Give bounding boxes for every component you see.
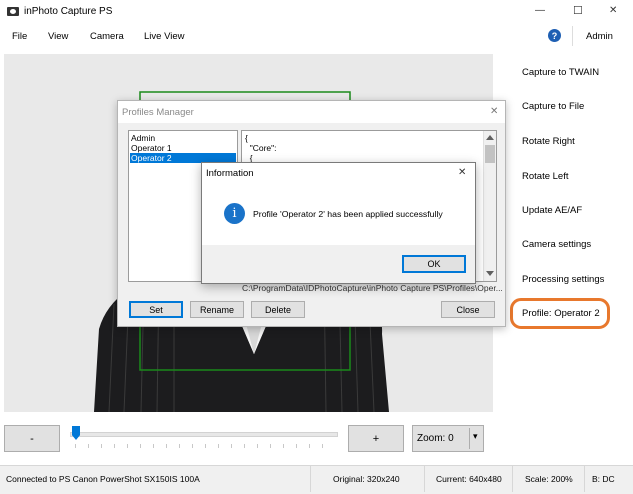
delete-button[interactable]: Delete [251,301,305,318]
profile-item-operator-1[interactable]: Operator 1 [131,143,172,153]
status-connection: Connected to PS Canon PowerShot SX150IS … [6,474,200,484]
capture-to-file-button[interactable]: Capture to File [522,101,584,112]
zoom-dropdown-divider [469,428,470,449]
rotate-left-button[interactable]: Rotate Left [522,171,568,182]
capture-to-twain-button[interactable]: Capture to TWAIN [522,67,599,78]
camera-settings-button[interactable]: Camera settings [522,239,591,250]
set-button[interactable]: Set [129,301,183,318]
window-title: inPhoto Capture PS [24,6,113,17]
status-b: B: DC [592,474,615,484]
status-scale: Scale: 200% [525,474,573,484]
info-dialog-title: Information [206,168,254,179]
profile-item-operator-2[interactable]: Operator 2 [131,153,172,163]
status-current: Current: 640x480 [436,474,502,484]
json-scrollbar-thumb[interactable] [485,145,495,163]
chevron-down-icon: ▾ [473,431,478,441]
json-line: { [245,133,248,143]
zoom-slider-thumb[interactable] [72,426,80,440]
status-separator [424,466,425,492]
zoom-slider-track[interactable] [70,432,338,437]
minimize-button[interactable]: — [535,5,545,16]
title-bar: inPhoto Capture PS — ☐ ✕ [0,0,633,24]
zoom-in-button[interactable]: + [348,425,404,452]
status-separator [512,466,513,492]
menu-user[interactable]: Admin [586,31,613,42]
profile-item-admin[interactable]: Admin [131,133,155,143]
help-icon[interactable]: ? [548,29,561,42]
rename-button[interactable]: Rename [190,301,244,318]
zoom-slider-ticks [75,444,335,448]
processing-settings-button[interactable]: Processing settings [522,274,604,285]
information-dialog: Information ✕ i Profile 'Operator 2' has… [201,162,476,284]
menu-camera[interactable]: Camera [90,31,124,42]
menu-live-view[interactable]: Live View [144,31,185,42]
scroll-up-icon[interactable] [486,135,494,140]
json-line: "Core": [245,143,277,153]
close-button[interactable]: Close [441,301,495,318]
menu-file[interactable]: File [12,31,27,42]
status-separator [584,466,585,492]
window-close-button[interactable]: ✕ [609,5,617,16]
update-ae-af-button[interactable]: Update AE/AF [522,205,582,216]
profiles-dialog-title: Profiles Manager [122,107,194,118]
menu-divider [572,26,573,46]
scroll-down-icon[interactable] [486,271,494,276]
ok-button[interactable]: OK [402,255,466,273]
app-icon [7,7,19,16]
profile-button[interactable]: Profile: Operator 2 [522,308,600,319]
status-separator [310,466,311,492]
maximize-button[interactable]: ☐ [573,4,583,17]
menu-view[interactable]: View [48,31,68,42]
zoom-dropdown[interactable]: Zoom: 0 ▾ [412,425,484,452]
zoom-out-button[interactable]: - [4,425,60,452]
status-original: Original: 320x240 [333,474,400,484]
profiles-dialog-close-button[interactable]: ✕ [490,106,498,117]
info-message: Profile 'Operator 2' has been applied su… [253,209,443,219]
profile-path: C:\ProgramData\IDPhotoCapture\inPhoto Ca… [242,283,503,293]
rotate-right-button[interactable]: Rotate Right [522,136,575,147]
info-icon: i [224,203,245,224]
info-dialog-close-button[interactable]: ✕ [458,167,466,178]
